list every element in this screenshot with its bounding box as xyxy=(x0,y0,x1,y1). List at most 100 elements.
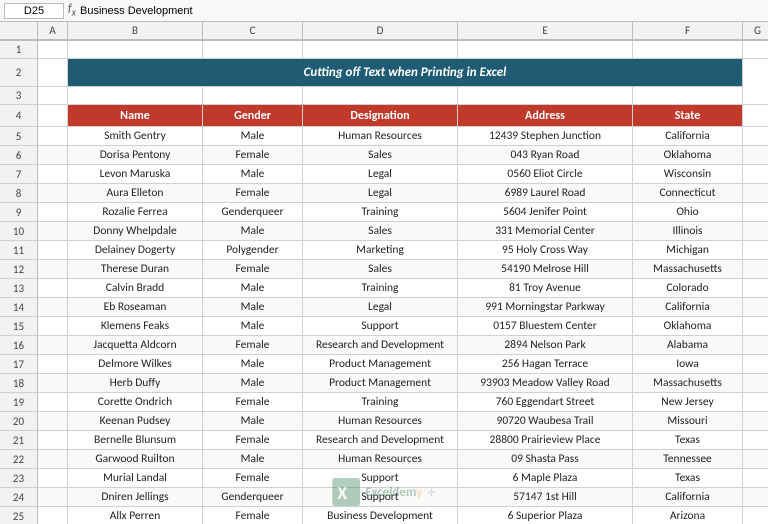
cell-f3[interactable] xyxy=(633,87,743,105)
cell-e1[interactable] xyxy=(458,41,633,59)
cell-a6[interactable] xyxy=(38,146,68,165)
cell-address-7[interactable]: 0560 Eliot Circle xyxy=(458,165,633,184)
cell-address-16[interactable]: 2894 Nelson Park xyxy=(458,336,633,355)
col-header-f[interactable]: F xyxy=(633,22,743,40)
cell-c3[interactable] xyxy=(203,87,303,105)
cell-g25[interactable] xyxy=(743,507,768,524)
cell-a24[interactable] xyxy=(38,488,68,507)
cell-name-16[interactable]: Jacquetta Aldcorn xyxy=(68,336,203,355)
cell-a3[interactable] xyxy=(38,87,68,105)
cell-designation-5[interactable]: Human Resources xyxy=(303,127,458,146)
cell-address-13[interactable]: 81 Troy Avenue xyxy=(458,279,633,298)
cell-address-14[interactable]: 991 Morningstar Parkway xyxy=(458,298,633,317)
cell-a17[interactable] xyxy=(38,355,68,374)
cell-a4[interactable] xyxy=(38,105,68,127)
cell-designation-13[interactable]: Training xyxy=(303,279,458,298)
cell-designation-8[interactable]: Legal xyxy=(303,184,458,203)
cell-a19[interactable] xyxy=(38,393,68,412)
cell-state-10[interactable]: Illinois xyxy=(633,222,743,241)
cell-a21[interactable] xyxy=(38,431,68,450)
cell-designation-9[interactable]: Training xyxy=(303,203,458,222)
cell-gender-20[interactable]: Male xyxy=(203,412,303,431)
cell-name-20[interactable]: Keenan Pudsey xyxy=(68,412,203,431)
cell-g21[interactable] xyxy=(743,431,768,450)
cell-gender-5[interactable]: Male xyxy=(203,127,303,146)
cell-a10[interactable] xyxy=(38,222,68,241)
cell-name-7[interactable]: Levon Maruska xyxy=(68,165,203,184)
cell-gender-9[interactable]: Genderqueer xyxy=(203,203,303,222)
cell-gender-21[interactable]: Female xyxy=(203,431,303,450)
cell-state-23[interactable]: Texas xyxy=(633,469,743,488)
cell-d1[interactable] xyxy=(303,41,458,59)
cell-address-10[interactable]: 331 Memorial Center xyxy=(458,222,633,241)
cell-designation-23[interactable]: Support xyxy=(303,469,458,488)
cell-state-13[interactable]: Colorado xyxy=(633,279,743,298)
cell-a2[interactable] xyxy=(38,59,68,87)
cell-g9[interactable] xyxy=(743,203,768,222)
cell-name-22[interactable]: Garwood Ruilton xyxy=(68,450,203,469)
formula-input[interactable] xyxy=(80,5,764,17)
cell-gender-14[interactable]: Male xyxy=(203,298,303,317)
cell-state-6[interactable]: Oklahoma xyxy=(633,146,743,165)
cell-state-7[interactable]: Wisconsin xyxy=(633,165,743,184)
cell-address-5[interactable]: 12439 Stephen Junction xyxy=(458,127,633,146)
cell-address-18[interactable]: 93903 Meadow Valley Road xyxy=(458,374,633,393)
cell-designation-10[interactable]: Sales xyxy=(303,222,458,241)
cell-gender-15[interactable]: Male xyxy=(203,317,303,336)
cell-g6[interactable] xyxy=(743,146,768,165)
cell-name-18[interactable]: Herb Duffy xyxy=(68,374,203,393)
cell-name-25[interactable]: Allx Perren xyxy=(68,507,203,524)
cell-state-19[interactable]: New Jersey xyxy=(633,393,743,412)
cell-designation-25[interactable]: Business Development xyxy=(303,507,458,524)
cell-designation-14[interactable]: Legal xyxy=(303,298,458,317)
cell-name-23[interactable]: Murial Landal xyxy=(68,469,203,488)
cell-designation-16[interactable]: Research and Development xyxy=(303,336,458,355)
cell-address-9[interactable]: 5604 Jenifer Point xyxy=(458,203,633,222)
cell-address-15[interactable]: 0157 Bluestem Center xyxy=(458,317,633,336)
cell-state-5[interactable]: California xyxy=(633,127,743,146)
cell-g18[interactable] xyxy=(743,374,768,393)
cell-state-17[interactable]: Iowa xyxy=(633,355,743,374)
cell-address-25[interactable]: 6 Superior Plaza xyxy=(458,507,633,524)
cell-designation-21[interactable]: Research and Development xyxy=(303,431,458,450)
cell-address-20[interactable]: 90720 Waubesa Trail xyxy=(458,412,633,431)
cell-a16[interactable] xyxy=(38,336,68,355)
cell-g7[interactable] xyxy=(743,165,768,184)
cell-address-6[interactable]: 043 Ryan Road xyxy=(458,146,633,165)
cell-gender-23[interactable]: Female xyxy=(203,469,303,488)
cell-d3[interactable] xyxy=(303,87,458,105)
cell-a15[interactable] xyxy=(38,317,68,336)
cell-designation-20[interactable]: Human Resources xyxy=(303,412,458,431)
col-header-a[interactable]: A xyxy=(38,22,68,40)
col-header-d[interactable]: D xyxy=(303,22,458,40)
cell-state-9[interactable]: Ohio xyxy=(633,203,743,222)
cell-g16[interactable] xyxy=(743,336,768,355)
cell-a11[interactable] xyxy=(38,241,68,260)
cell-state-21[interactable]: Texas xyxy=(633,431,743,450)
name-box[interactable]: D25 xyxy=(4,3,64,19)
cell-designation-22[interactable]: Human Resources xyxy=(303,450,458,469)
cell-state-8[interactable]: Connecticut xyxy=(633,184,743,203)
cell-g1[interactable] xyxy=(743,41,768,59)
cell-designation-17[interactable]: Product Management xyxy=(303,355,458,374)
cell-designation-15[interactable]: Support xyxy=(303,317,458,336)
cell-name-13[interactable]: Calvin Bradd xyxy=(68,279,203,298)
cell-name-10[interactable]: Donny Whelpdale xyxy=(68,222,203,241)
cell-state-25[interactable]: Arizona xyxy=(633,507,743,524)
cell-g10[interactable] xyxy=(743,222,768,241)
cell-name-17[interactable]: Delmore Wilkes xyxy=(68,355,203,374)
cell-state-16[interactable]: Alabama xyxy=(633,336,743,355)
cell-designation-24[interactable]: Support xyxy=(303,488,458,507)
cell-a5[interactable] xyxy=(38,127,68,146)
cell-address-8[interactable]: 6989 Laurel Road xyxy=(458,184,633,203)
col-header-b[interactable]: B xyxy=(68,22,203,40)
cell-gender-25[interactable]: Female xyxy=(203,507,303,524)
cell-gender-19[interactable]: Female xyxy=(203,393,303,412)
cell-a7[interactable] xyxy=(38,165,68,184)
cell-name-6[interactable]: Dorisa Pentony xyxy=(68,146,203,165)
cell-designation-6[interactable]: Sales xyxy=(303,146,458,165)
cell-gender-11[interactable]: Polygender xyxy=(203,241,303,260)
col-header-e[interactable]: E xyxy=(458,22,633,40)
cell-designation-19[interactable]: Training xyxy=(303,393,458,412)
cell-gender-18[interactable]: Male xyxy=(203,374,303,393)
